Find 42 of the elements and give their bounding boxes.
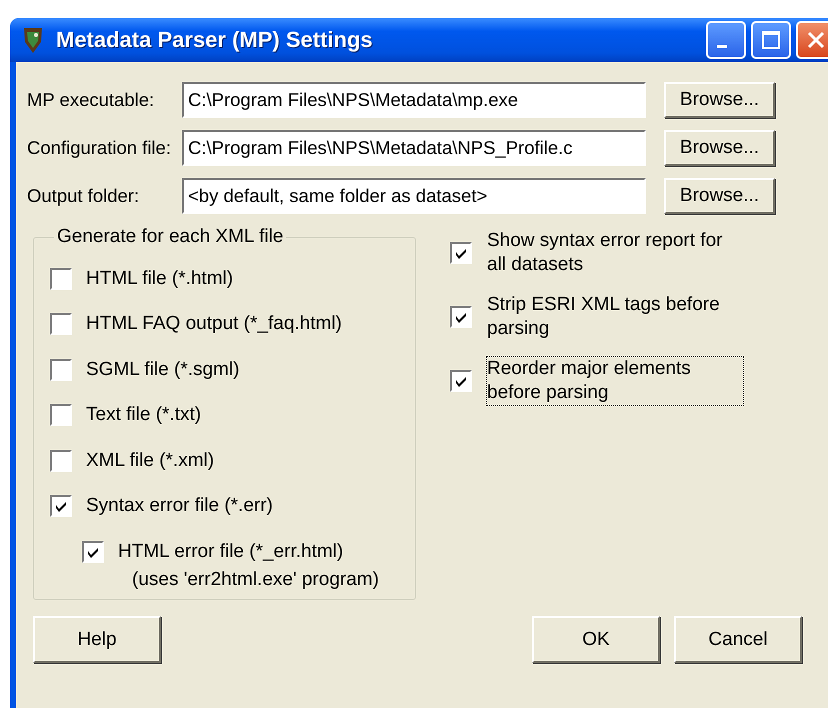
minimize-button[interactable] bbox=[706, 21, 746, 59]
arrowhead-icon bbox=[22, 26, 44, 54]
dialog-button[interactable]: OK bbox=[532, 616, 660, 663]
maximize-icon bbox=[761, 30, 781, 50]
field-label: MP executable: bbox=[26, 89, 156, 111]
window-title: Metadata Parser (MP) Settings bbox=[56, 27, 373, 53]
dialog-button[interactable]: Help bbox=[33, 616, 161, 663]
checkbox[interactable] bbox=[50, 495, 72, 518]
checkbox[interactable] bbox=[50, 268, 72, 290]
checkbox-label[interactable]: Syntax error file (*.err) bbox=[86, 495, 273, 518]
close-icon bbox=[806, 30, 826, 50]
checkbox-label[interactable]: SGML file (*.sgml) bbox=[86, 358, 240, 381]
path-field[interactable]: C:\Program Files\NPS\Metadata\NPS_Profile.c bbox=[182, 130, 646, 166]
browse-button[interactable]: Browse... bbox=[664, 130, 775, 166]
field-label: Configuration file: bbox=[26, 137, 172, 159]
checkbox[interactable] bbox=[450, 370, 472, 392]
checkbox-label[interactable]: Reorder major elements before parsing bbox=[486, 356, 744, 406]
checkbox[interactable] bbox=[450, 242, 472, 264]
note-text: (uses 'err2html.exe' program) bbox=[132, 568, 379, 590]
checkbox-label[interactable]: Strip ESRI XML tags before parsing bbox=[486, 292, 744, 342]
maximize-button[interactable] bbox=[751, 21, 791, 59]
browse-button[interactable]: Browse... bbox=[664, 82, 775, 118]
checkbox-label[interactable]: Show syntax error report for all datasets bbox=[486, 228, 744, 278]
path-field[interactable]: C:\Program Files\NPS\Metadata\mp.exe bbox=[182, 82, 646, 118]
checkbox[interactable] bbox=[50, 313, 72, 336]
checkbox-label[interactable]: HTML error file (*_err.html) bbox=[118, 540, 344, 563]
checkbox[interactable] bbox=[50, 450, 72, 472]
checkbox-label[interactable]: HTML file (*.html) bbox=[86, 268, 234, 290]
close-button[interactable] bbox=[796, 21, 828, 59]
group-title: Generate for each XML file bbox=[56, 226, 284, 248]
path-field[interactable]: <by default, same folder as dataset> bbox=[182, 178, 646, 214]
checkbox-label[interactable]: XML file (*.xml) bbox=[86, 450, 214, 472]
checkbox[interactable] bbox=[450, 306, 472, 328]
browse-button[interactable]: Browse... bbox=[664, 178, 775, 214]
checkbox[interactable] bbox=[50, 358, 72, 381]
checkbox[interactable] bbox=[82, 540, 104, 563]
minimize-icon bbox=[717, 44, 727, 48]
checkbox-label[interactable]: HTML FAQ output (*_faq.html) bbox=[86, 313, 342, 336]
checkbox-label[interactable]: Text file (*.txt) bbox=[86, 404, 202, 426]
field-label: Output folder: bbox=[26, 185, 140, 207]
dialog-button[interactable]: Cancel bbox=[674, 616, 802, 663]
checkbox[interactable] bbox=[50, 404, 72, 426]
